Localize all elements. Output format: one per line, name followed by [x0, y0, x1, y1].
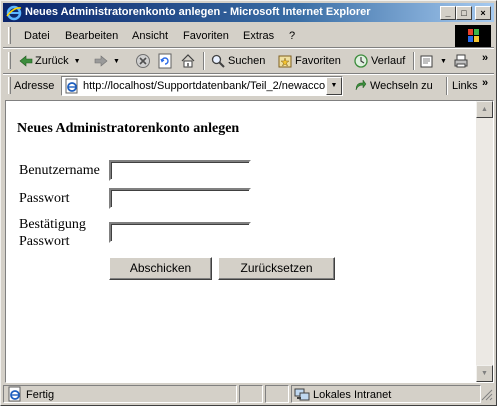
- forward-button[interactable]: ▼: [94, 52, 120, 70]
- windows-flag-icon: [468, 29, 479, 42]
- browser-window: Neues Administratorenkonto anlegen - Mic…: [0, 0, 497, 406]
- toolbar-separator-2: [413, 52, 415, 70]
- menu-bar: Datei Bearbeiten Ansicht Favoriten Extra…: [3, 24, 494, 47]
- menu-bearbeiten[interactable]: Bearbeiten: [65, 30, 118, 42]
- maximize-button[interactable]: □: [456, 6, 472, 20]
- address-dropdown-icon[interactable]: ▼: [326, 77, 342, 95]
- history-icon: [354, 54, 368, 68]
- scroll-up-icon[interactable]: ▲: [476, 101, 493, 118]
- windows-logo: [455, 25, 491, 47]
- status-bar: Fertig Lokales Intranet: [3, 385, 494, 403]
- go-arrow-icon: [355, 79, 367, 91]
- refresh-icon: [158, 53, 172, 69]
- address-url: http://localhost/Supportdatenbank/Teil_2…: [83, 80, 326, 92]
- mail-dropdown-icon[interactable]: ▼: [440, 58, 447, 65]
- menu-favoriten[interactable]: Favoriten: [183, 30, 229, 42]
- favorites-button[interactable]: Favoriten: [277, 52, 341, 70]
- reset-button[interactable]: Zurücksetzen: [218, 257, 335, 280]
- links-separator: [446, 77, 448, 95]
- refresh-button[interactable]: [157, 52, 173, 70]
- home-button[interactable]: [180, 52, 196, 70]
- submit-button[interactable]: Abschicken: [109, 257, 212, 280]
- print-icon: [454, 54, 468, 68]
- back-arrow-icon: [19, 55, 33, 67]
- status-panel-3: [265, 385, 289, 403]
- vertical-scrollbar[interactable]: ▲ ▼: [476, 101, 493, 382]
- stop-button[interactable]: [135, 52, 151, 70]
- mail-icon: [420, 55, 433, 68]
- ie-logo-icon: [6, 5, 22, 21]
- username-field[interactable]: [109, 160, 251, 181]
- zone-text: Lokales Intranet: [313, 389, 392, 401]
- title-bar[interactable]: Neues Administratorenkonto anlegen - Mic…: [3, 3, 494, 22]
- stop-icon: [136, 54, 150, 68]
- standard-toolbar: Zurück ▼ ▼ Suchen Favoriten Verlauf ▼ »: [3, 49, 494, 73]
- page-heading: Neues Administratorenkonto anlegen: [17, 121, 240, 136]
- go-label: Wechseln zu: [370, 80, 433, 92]
- menu-ansicht[interactable]: Ansicht: [132, 30, 168, 42]
- status-text: Fertig: [26, 389, 55, 401]
- search-label: Suchen: [228, 55, 266, 67]
- username-label: Benutzername: [19, 163, 100, 178]
- minimize-button[interactable]: _: [440, 6, 456, 20]
- page-viewport: Neues Administratorenkonto anlegen Benut…: [5, 100, 494, 383]
- history-label: Verlauf: [371, 55, 406, 67]
- mail-button[interactable]: ▼: [419, 52, 447, 70]
- address-grip[interactable]: [8, 77, 11, 94]
- confirm-label-line2: Passwort: [19, 234, 70, 249]
- menu-datei[interactable]: Datei: [24, 30, 50, 42]
- favorites-icon: [278, 55, 292, 68]
- back-button[interactable]: Zurück ▼: [19, 52, 81, 70]
- links-button[interactable]: Links: [452, 80, 478, 92]
- toolbar-overflow-icon[interactable]: »: [482, 52, 488, 64]
- address-label: Adresse: [14, 80, 55, 92]
- go-button[interactable]: Wechseln zu: [353, 77, 433, 95]
- window-title: Neues Administratorenkonto anlegen - Mic…: [25, 6, 371, 18]
- back-dropdown-icon[interactable]: ▼: [74, 58, 81, 65]
- search-button[interactable]: Suchen: [210, 52, 265, 70]
- address-bar: Adresse http://localhost/Supportdatenban…: [3, 75, 494, 97]
- page-content: Neues Administratorenkonto anlegen Benut…: [6, 101, 476, 382]
- history-button[interactable]: Verlauf: [353, 52, 405, 70]
- confirm-label-line1: Bestätigung: [19, 217, 86, 232]
- forward-arrow-icon: [94, 55, 108, 67]
- resize-grip-icon[interactable]: [481, 389, 493, 401]
- menu-help[interactable]: ?: [289, 30, 295, 42]
- links-overflow-icon[interactable]: »: [482, 77, 488, 89]
- close-button[interactable]: ×: [475, 6, 491, 20]
- home-icon: [181, 54, 195, 68]
- status-panel-2: [239, 385, 263, 403]
- menu-grip[interactable]: [8, 27, 11, 44]
- page-icon: [65, 78, 78, 94]
- forward-dropdown-icon[interactable]: ▼: [113, 58, 120, 65]
- toolbar-grip[interactable]: [8, 52, 11, 69]
- status-page-icon: [8, 386, 21, 402]
- password-field[interactable]: [109, 188, 251, 209]
- favorites-label: Favoriten: [295, 55, 341, 67]
- toolbar-separator: [203, 52, 205, 70]
- print-button[interactable]: [453, 52, 469, 70]
- intranet-zone-icon: [294, 388, 310, 401]
- search-icon: [211, 54, 225, 68]
- address-input[interactable]: http://localhost/Supportdatenbank/Teil_2…: [61, 76, 343, 96]
- status-panel-zone: Lokales Intranet: [291, 385, 481, 403]
- menu-extras[interactable]: Extras: [243, 30, 274, 42]
- back-label: Zurück: [35, 55, 69, 67]
- password-label: Passwort: [19, 191, 70, 206]
- confirm-password-field[interactable]: [109, 222, 251, 243]
- scroll-down-icon[interactable]: ▼: [476, 365, 493, 382]
- status-panel-main: Fertig: [3, 385, 237, 403]
